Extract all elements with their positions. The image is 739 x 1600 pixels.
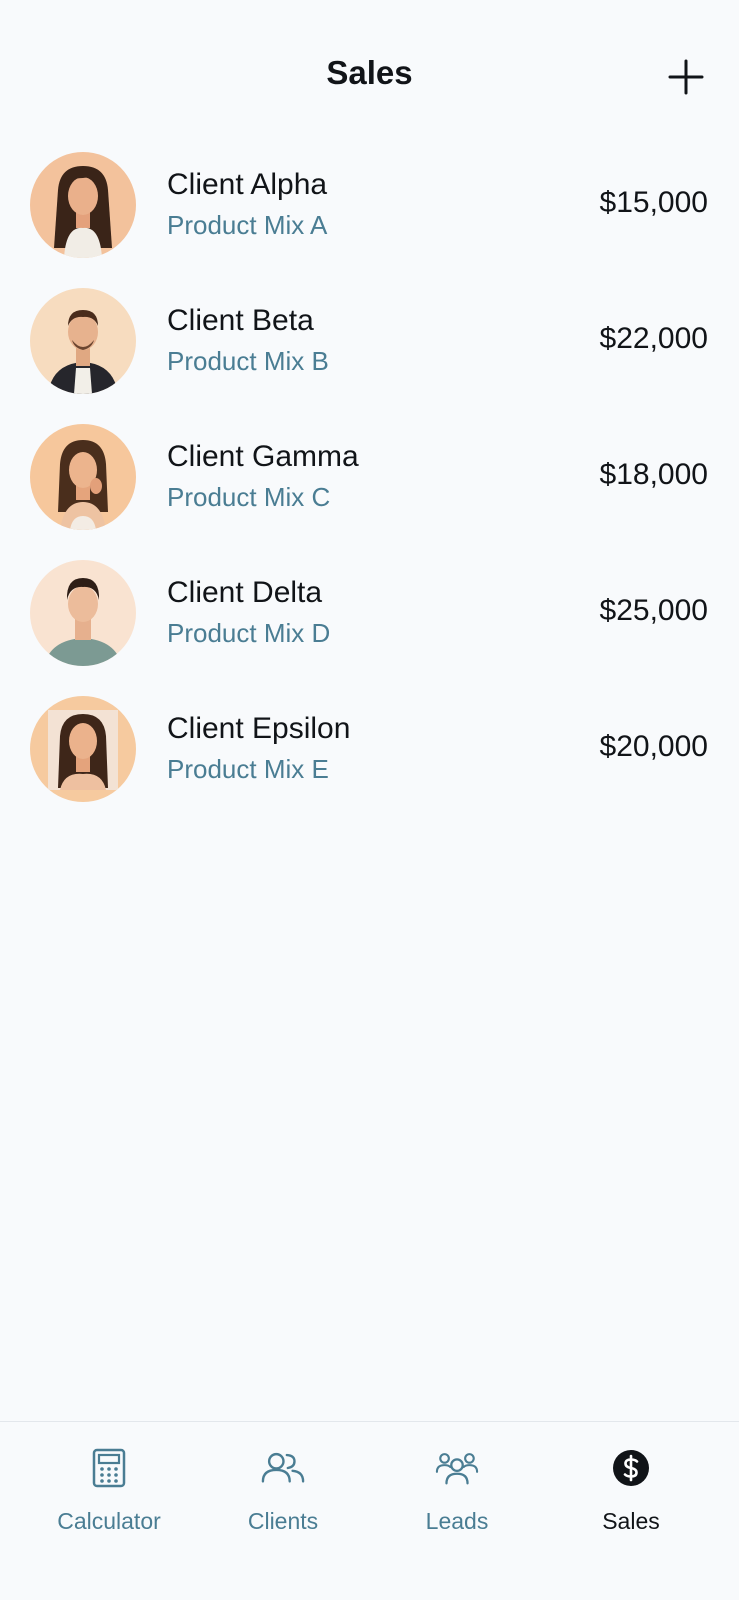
sale-row[interactable]: Client Delta Product Mix D $25,000 (0, 548, 739, 684)
clients-icon (261, 1446, 305, 1490)
add-sale-button[interactable] (664, 55, 708, 99)
sale-amount: $15,000 (599, 186, 708, 219)
plus-icon (668, 59, 704, 95)
client-name: Client Delta (167, 576, 323, 609)
leads-icon (435, 1446, 479, 1490)
nav-sales[interactable]: Sales (544, 1422, 718, 1600)
nav-clients[interactable]: Clients (196, 1422, 370, 1600)
product-mix: Product Mix A (167, 210, 328, 240)
sale-row[interactable]: Client Epsilon Product Mix E $20,000 (0, 684, 739, 820)
sale-row[interactable]: Client Beta Product Mix B $22,000 (0, 276, 739, 412)
sale-amount: $20,000 (599, 730, 708, 763)
nav-label: Clients (247, 1508, 319, 1534)
sale-amount: $22,000 (599, 322, 708, 355)
calculator-icon (87, 1446, 131, 1490)
dollar-icon (609, 1446, 653, 1490)
avatar (30, 152, 136, 258)
sales-screen: Sales Client Alpha Product Mix A $15,000… (0, 0, 739, 1600)
nav-calculator[interactable]: Calculator (22, 1422, 196, 1600)
client-name: Client Beta (167, 304, 314, 337)
header: Sales (0, 0, 739, 150)
sales-list: Client Alpha Product Mix A $15,000 Clien… (0, 140, 739, 820)
avatar (30, 696, 136, 802)
nav-leads[interactable]: Leads (370, 1422, 544, 1600)
product-mix: Product Mix D (167, 618, 331, 648)
bottom-nav: Calculator Clients Leads Sales (0, 1421, 739, 1600)
nav-label: Calculator (57, 1508, 161, 1534)
product-mix: Product Mix C (167, 482, 331, 512)
avatar (30, 560, 136, 666)
avatar (30, 288, 136, 394)
client-name: Client Epsilon (167, 712, 351, 745)
sale-row[interactable]: Client Alpha Product Mix A $15,000 (0, 140, 739, 276)
avatar (30, 424, 136, 530)
sale-amount: $25,000 (599, 594, 708, 627)
client-name: Client Gamma (167, 440, 359, 473)
product-mix: Product Mix B (167, 346, 329, 376)
client-name: Client Alpha (167, 168, 328, 201)
sale-amount: $18,000 (599, 458, 708, 491)
nav-label: Sales (602, 1508, 660, 1534)
page-title: Sales (326, 54, 413, 91)
product-mix: Product Mix E (167, 754, 329, 784)
sale-row[interactable]: Client Gamma Product Mix C $18,000 (0, 412, 739, 548)
nav-label: Leads (425, 1508, 489, 1534)
